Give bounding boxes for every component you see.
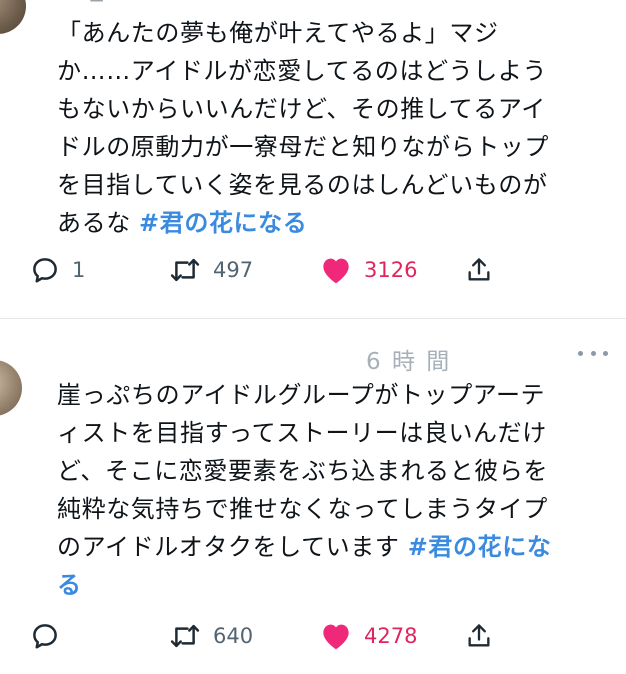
tweet-text-line: ドルの原動力が一寮母だと知りながらトップ	[57, 133, 549, 161]
tweet-actions: 640 4278	[30, 618, 510, 654]
tweet-text-line: を目指していく姿を見るのはしんどいものが	[57, 171, 548, 199]
like-count: 3126	[364, 258, 418, 282]
retweet-count: 640	[213, 624, 254, 648]
tweet-timestamp[interactable]: 6 時 間	[366, 342, 451, 376]
retweet-count: 497	[213, 258, 254, 282]
retweet-icon	[170, 258, 200, 282]
like-button[interactable]: 4278	[320, 618, 417, 654]
share-button[interactable]	[465, 618, 493, 654]
reply-count: 1	[72, 258, 86, 282]
reply-button[interactable]: 1	[30, 252, 85, 288]
hashtag-link[interactable]: #君の花にな	[408, 533, 552, 561]
tweet-text-line: 崖っぷちのアイドルグループがトップアーテ	[57, 381, 546, 409]
tweet-text-line: ィストを目指すってストーリーは良いんだけ	[57, 419, 547, 447]
tweet-text: 崖っぷちのアイドルグループがトップアーテ ィストを目指すってストーリーは良いんだ…	[57, 376, 597, 604]
share-icon	[468, 624, 490, 647]
heart-icon	[323, 258, 349, 284]
heart-icon	[323, 624, 349, 650]
tweet-actions: 1 497 3126	[30, 252, 510, 288]
tweet-text-segment: あるな	[57, 209, 140, 237]
retweet-button[interactable]: 640	[169, 618, 253, 654]
tweet-text-line: 純粋な気持ちで推せなくなってしまうタイプ	[57, 495, 548, 523]
tweet-text-line: のアイドルオタクをしています #君の花にな	[57, 528, 597, 566]
avatar[interactable]	[0, 0, 26, 34]
tweet-text-line: ど、そこに恋愛要素をぶち込まれると彼らを	[57, 457, 549, 485]
like-count: 4278	[364, 624, 418, 648]
hashtag-link-continued[interactable]: る	[57, 571, 82, 599]
share-icon	[468, 258, 490, 281]
more-icon[interactable]	[578, 348, 608, 358]
tweet[interactable]: 6 時 間 崖っぷちのアイドルグループがトップアーテ ィストを目指すってストーリ…	[0, 318, 626, 674]
retweet-button[interactable]: 497	[169, 252, 253, 288]
share-button[interactable]	[465, 252, 493, 288]
tweet-text-line: る	[57, 566, 597, 604]
tweet[interactable]: @ _ 「あんたの夢も俺が叶えてやるよ」マジ か……アイドルが恋愛してるのはどう…	[0, 0, 626, 318]
hashtag-link[interactable]: #君の花になる	[139, 209, 307, 237]
retweet-icon	[170, 624, 200, 648]
tweet-text-segment: のアイドルオタクをしています	[57, 533, 408, 561]
tweet-text-line: あるな #君の花になる	[57, 204, 597, 242]
reply-icon	[33, 258, 57, 283]
tweet-header: @ _	[57, 0, 104, 2]
reply-button[interactable]	[30, 618, 72, 654]
like-button[interactable]: 3126	[320, 252, 417, 288]
tweet-text-line: か……アイドルが恋愛してるのはどうしよう	[57, 57, 548, 85]
tweet-text-line: 「あんたの夢も俺が叶えてやるよ」マジ	[57, 19, 499, 47]
reply-icon	[33, 624, 57, 649]
timeline-feed: @ _ 「あんたの夢も俺が叶えてやるよ」マジ か……アイドルが恋愛してるのはどう…	[0, 0, 626, 674]
tweet-text-line: もないからいいんだけど、その推してるアイ	[57, 95, 546, 123]
avatar[interactable]	[0, 360, 22, 416]
tweet-text: 「あんたの夢も俺が叶えてやるよ」マジ か……アイドルが恋愛してるのはどうしよう …	[57, 14, 597, 242]
